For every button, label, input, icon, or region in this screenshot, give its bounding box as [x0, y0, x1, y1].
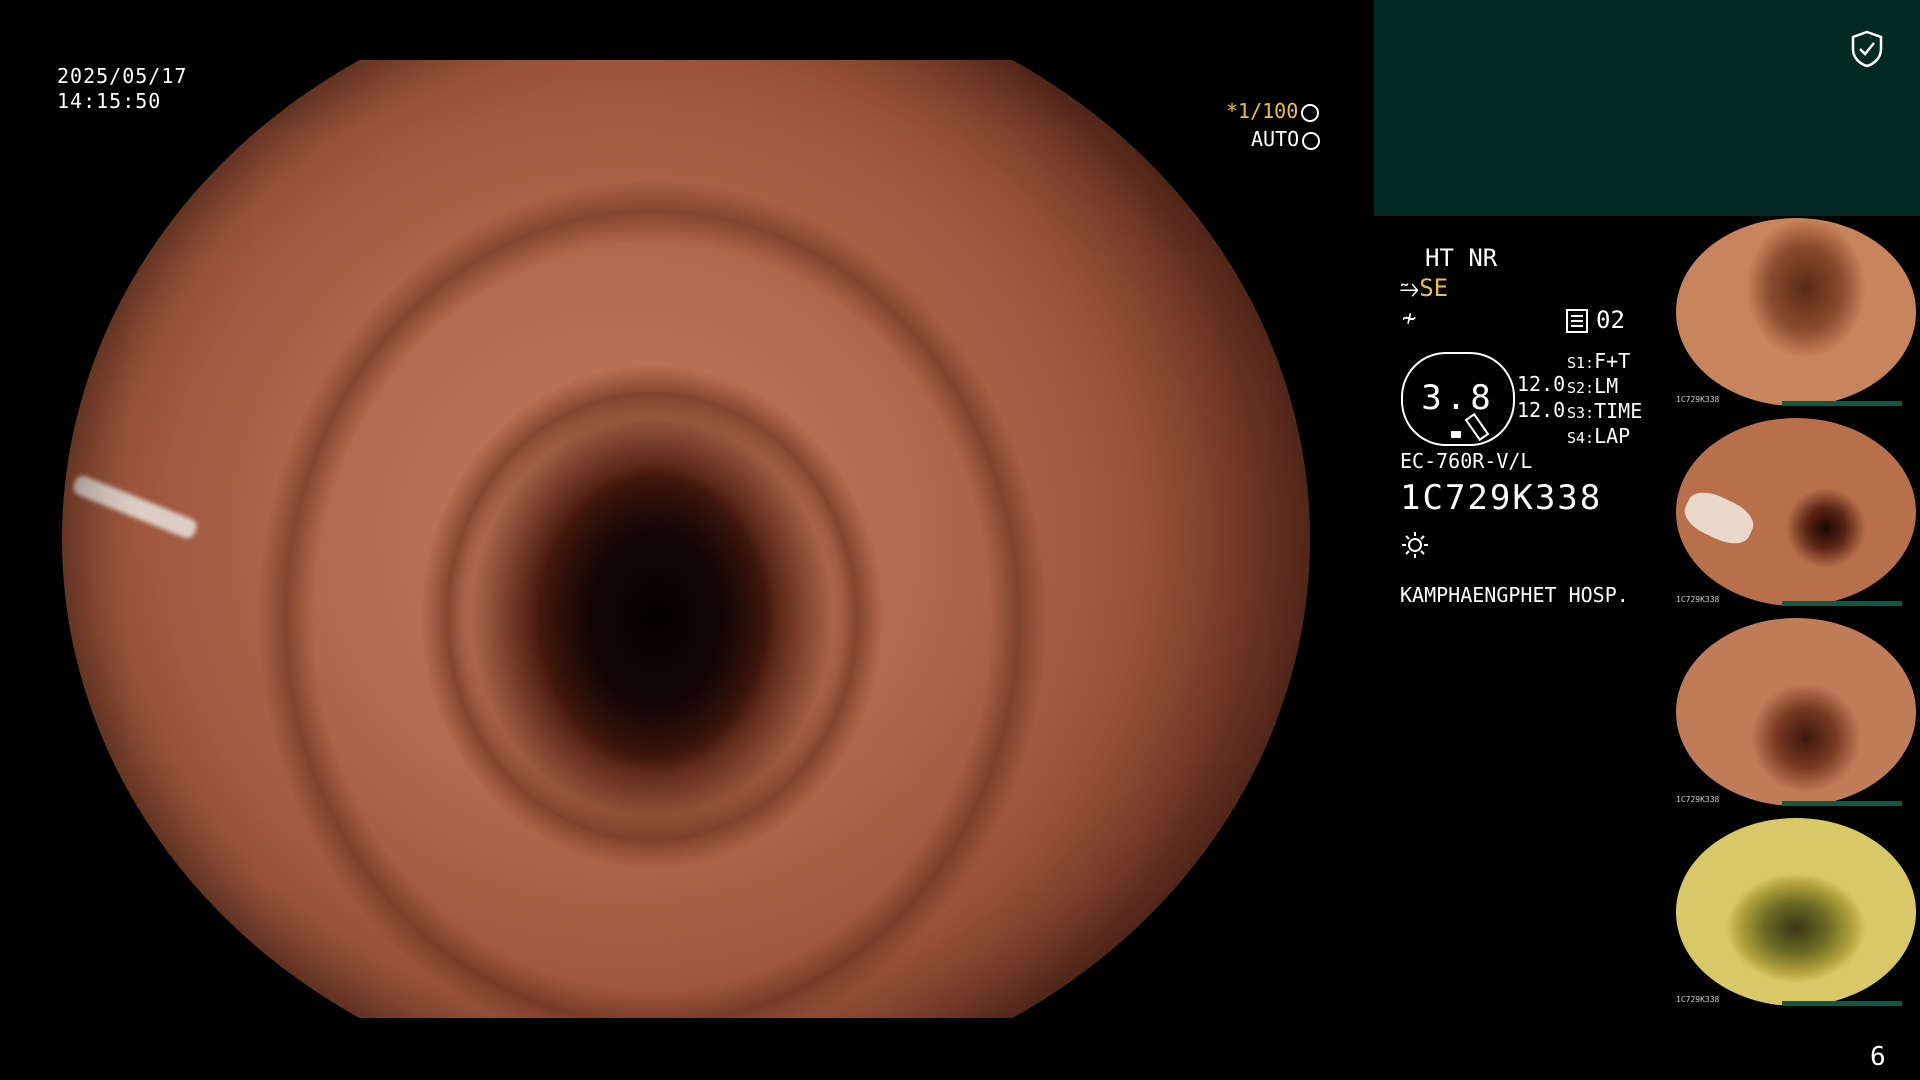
thumbnail[interactable]: 1C729K338 — [1672, 416, 1920, 608]
date-text: 2025/05/17 — [57, 64, 188, 88]
instrument-glare — [70, 473, 200, 541]
switch-3-value: TIME — [1594, 399, 1643, 423]
scope-model: EC-760R-V/L — [1400, 449, 1533, 473]
thumbnail-bar — [1782, 601, 1902, 606]
switch-4-key: S4: — [1567, 429, 1595, 447]
gear-ring-icon — [1302, 131, 1321, 150]
thumbnail-caption: 1C729K338 — [1676, 995, 1720, 1004]
thumbnail-bar — [1782, 801, 1902, 806]
switch-1-key: S1: — [1567, 354, 1595, 372]
mode-row: 02 — [1566, 306, 1625, 334]
thumbnail-image — [1676, 618, 1916, 806]
thumbnail-image — [1676, 418, 1916, 606]
thumbnail-image — [1676, 218, 1916, 406]
gauge: 3.8 — [1401, 352, 1515, 446]
thumbnail[interactable]: 1C729K338 — [1672, 616, 1920, 808]
se-label: SE — [1419, 274, 1449, 302]
se-arrow-icon: ⥲ — [1400, 274, 1420, 302]
scope-serial: 1C729K338 — [1400, 478, 1603, 518]
thumbnail-bar — [1782, 401, 1902, 406]
page-number: 6 — [1870, 1042, 1886, 1072]
status-panel — [1374, 0, 1920, 216]
thumbnail-image — [1676, 818, 1916, 1006]
thumbnail[interactable]: 1C729K338 — [1672, 816, 1920, 1008]
hospital-name: KAMPHAENGPHET HOSP. — [1400, 583, 1629, 607]
auto-iris: AUTO — [1251, 127, 1321, 151]
se-row: ⥲SE — [1400, 274, 1448, 302]
switch-4-value: LAP — [1594, 424, 1631, 448]
value-a: 12.0 — [1517, 372, 1566, 396]
switch-1: S1:F+T — [1567, 349, 1630, 373]
mode-value: 02 — [1596, 306, 1625, 334]
switch-1-value: F+T — [1594, 349, 1631, 373]
thumbnail-bar — [1782, 1001, 1902, 1006]
aperture-icon — [1301, 103, 1320, 122]
gauge-mark — [1451, 431, 1461, 438]
thumbnail[interactable]: 1C729K338 — [1672, 216, 1920, 408]
time-text: 14:15:50 — [57, 89, 162, 113]
shield-check-icon — [1851, 30, 1883, 68]
switch-2: S2:LM — [1567, 374, 1618, 398]
switch-2-key: S2: — [1567, 379, 1595, 397]
value-b: 12.0 — [1517, 398, 1566, 422]
switch-3-key: S3: — [1567, 404, 1595, 422]
memory-icon — [1566, 309, 1588, 333]
thumbnail-caption: 1C729K338 — [1676, 595, 1720, 604]
thumbnail-caption: 1C729K338 — [1676, 795, 1720, 804]
endoscope-image — [62, 60, 1310, 1018]
ht-nr-label: HT NR — [1425, 244, 1498, 272]
endoscope-view — [62, 60, 1310, 1018]
switch-4: S4:LAP — [1567, 424, 1630, 448]
switch-2-value: LM — [1594, 374, 1619, 398]
auto-label: AUTO — [1251, 127, 1300, 151]
thumbnail-caption: 1C729K338 — [1676, 395, 1720, 404]
light-source-icon — [1402, 532, 1428, 558]
switch-3: S3:TIME — [1567, 399, 1642, 423]
shutter-label: *1/100 — [1226, 99, 1299, 123]
gauge-value: 3.8 — [1421, 378, 1495, 418]
enhance-icon: ≁ — [1402, 304, 1417, 332]
shutter-speed: *1/100 — [1226, 99, 1320, 123]
